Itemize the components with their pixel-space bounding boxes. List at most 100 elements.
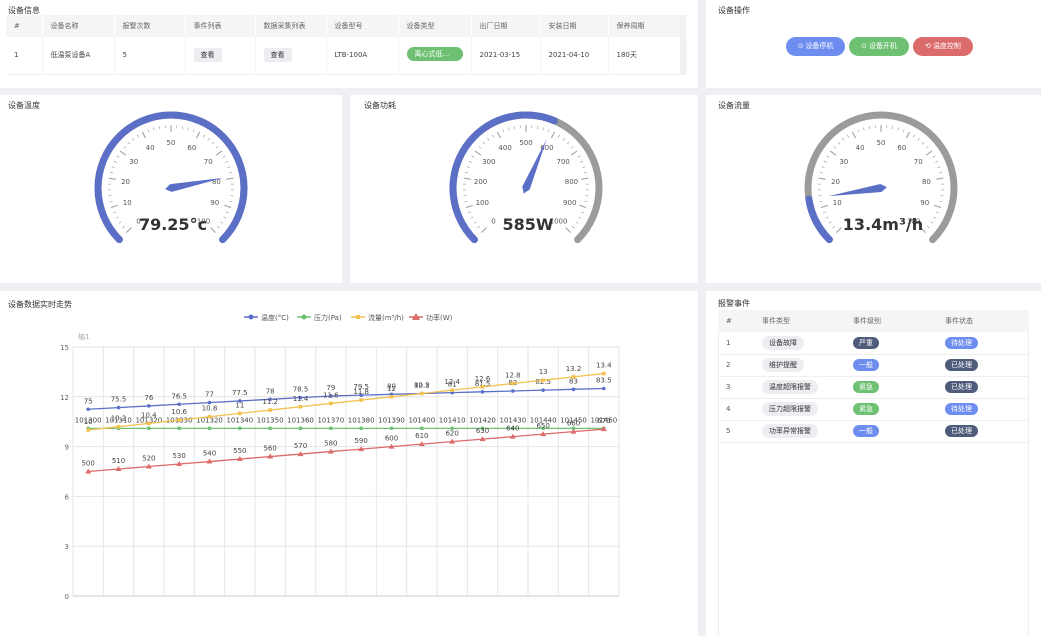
- start-device-button[interactable]: ⊙ 设备开机: [849, 37, 909, 56]
- view-events-button[interactable]: 查看: [193, 48, 222, 63]
- alarm-status-badge: 已处理: [945, 359, 978, 371]
- gauge-tick-label: 50: [877, 139, 886, 147]
- gauge-minor-tick: [225, 160, 229, 163]
- gauge-major-tick: [224, 204, 232, 208]
- alarm-index: 1: [718, 332, 754, 355]
- gauge-tick-label: 60: [897, 144, 906, 152]
- gauge-tick-label: 70: [914, 158, 923, 166]
- gauge-minor-tick: [837, 141, 841, 145]
- y-tick-label: 6: [65, 493, 70, 501]
- alarm-level-badge: 严重: [853, 336, 879, 349]
- alarm-level-cell: 一般: [845, 420, 937, 443]
- data-label: 630: [476, 427, 489, 435]
- data-label: 13.4: [596, 362, 612, 370]
- gauge-minor-tick: [158, 126, 161, 130]
- gauge-minor-tick: [902, 129, 905, 133]
- control-icon: ⟲: [925, 42, 931, 50]
- view-data-button[interactable]: 查看: [263, 48, 292, 63]
- data-label: 77: [205, 391, 214, 399]
- data-label: 78.5: [293, 386, 309, 394]
- data-label: 101380: [348, 416, 375, 424]
- gauge-minor-tick: [229, 172, 233, 174]
- gauge-minor-tick: [122, 226, 125, 229]
- data-label: 570: [294, 442, 307, 450]
- alarm-status-cell: 已处理: [937, 376, 1029, 399]
- gauge-minor-tick: [825, 216, 829, 219]
- alarm-level-badge: 一般: [853, 359, 879, 371]
- gauge-major-tick: [465, 204, 473, 208]
- gauge-tick-label: 200: [474, 178, 487, 186]
- data-point: [86, 428, 90, 432]
- alarm-index: 2: [718, 354, 754, 377]
- data-label: 78: [266, 387, 275, 395]
- data-point: [207, 426, 212, 431]
- col-header: 出厂日期: [471, 15, 541, 37]
- data-point: [238, 426, 242, 431]
- data-point: [177, 426, 181, 431]
- gauge-minor-tick: [192, 129, 195, 133]
- gauge-major-tick: [463, 177, 471, 180]
- data-label: 76.5: [171, 392, 187, 400]
- gauge-minor-tick: [580, 160, 584, 163]
- alarm-type-cell: 温度超限报警: [754, 376, 845, 399]
- gauge-minor-tick: [153, 127, 155, 131]
- gauge-minor-tick: [207, 138, 210, 141]
- temperature-control-button[interactable]: ⟲ 温度控制: [913, 37, 973, 56]
- data-label: 12.8: [505, 372, 521, 380]
- power-icon: ⊙: [797, 42, 804, 50]
- table-scrollbar[interactable]: [680, 15, 686, 75]
- table-row: 3 温度超限报警 紧急 已处理: [718, 376, 1029, 399]
- data-point: [329, 401, 333, 406]
- gauge-minor-tick: [819, 172, 823, 174]
- alarm-level-badge: 一般: [853, 425, 879, 437]
- gauge-minor-tick: [482, 141, 486, 145]
- data-point: [147, 404, 151, 408]
- data-label: 590: [354, 437, 367, 445]
- data-point: [359, 426, 363, 431]
- gauge-minor-tick: [578, 216, 582, 219]
- gauge-tick-label: 0: [491, 218, 495, 226]
- gauge-major-tick: [108, 177, 116, 180]
- gauge-major-tick: [474, 150, 481, 156]
- gauge-tick-label: 80: [922, 178, 931, 186]
- data-point: [541, 388, 545, 392]
- gauge-tick-label: 70: [204, 158, 213, 166]
- data-label: 510: [112, 457, 125, 465]
- data-label: 101370: [317, 416, 344, 424]
- temperature-gauge: 010203040506070809010079.25°c: [94, 111, 248, 244]
- gauge-minor-tick: [113, 211, 117, 214]
- gauge-minor-tick: [823, 211, 827, 214]
- alarm-type-tag: 压力超限报警: [762, 402, 818, 416]
- legend-label: 温度(°C): [261, 313, 289, 322]
- gauge-minor-tick: [566, 141, 570, 145]
- gauge-minor-tick: [113, 160, 117, 163]
- col-header: 数据采集列表: [255, 15, 327, 37]
- alarm-type-tag: 维护提醒: [762, 358, 804, 372]
- col-header: 事件状态: [937, 310, 1029, 332]
- gauge-minor-tick: [473, 221, 477, 224]
- gauge-minor-tick: [842, 138, 845, 141]
- data-label: 610: [415, 432, 428, 440]
- trend-chart: 0 3 6 9 12 15 轴1 温度(°C) 压力(Pa) 流量(m³/h) 功率(W) 75 75.…: [60, 313, 620, 601]
- alarm-title: 报警事件: [718, 299, 750, 308]
- gauge-minor-tick: [468, 160, 472, 163]
- data-point: [571, 387, 576, 392]
- col-header: 设备型号: [326, 15, 399, 37]
- gauge-major-tick: [905, 131, 911, 139]
- data-label: 640: [506, 425, 519, 433]
- gauge-minor-tick: [227, 166, 231, 168]
- data-point: [207, 414, 212, 419]
- cell-type: 离心式低...: [398, 37, 472, 75]
- gauge-minor-tick: [925, 146, 929, 149]
- stop-device-button[interactable]: ⊙ 设备停机: [786, 37, 845, 56]
- gauge-minor-tick: [115, 216, 119, 219]
- device-operations-panel: 设备操作 ⊙ 设备停机 ⊙ 设备开机 ⟲ 温度控制: [706, 0, 1041, 88]
- gauge-tick-label: 20: [121, 178, 130, 186]
- col-header: 保养周期: [608, 15, 687, 37]
- y-axis-name: 轴1: [78, 332, 89, 341]
- gauge-major-tick: [226, 177, 234, 180]
- data-label: 540: [203, 450, 216, 458]
- gauge-minor-tick: [116, 155, 120, 158]
- data-label: 11.4: [293, 395, 309, 403]
- table-row: 1 设备故障 严重 待处理: [718, 332, 1029, 355]
